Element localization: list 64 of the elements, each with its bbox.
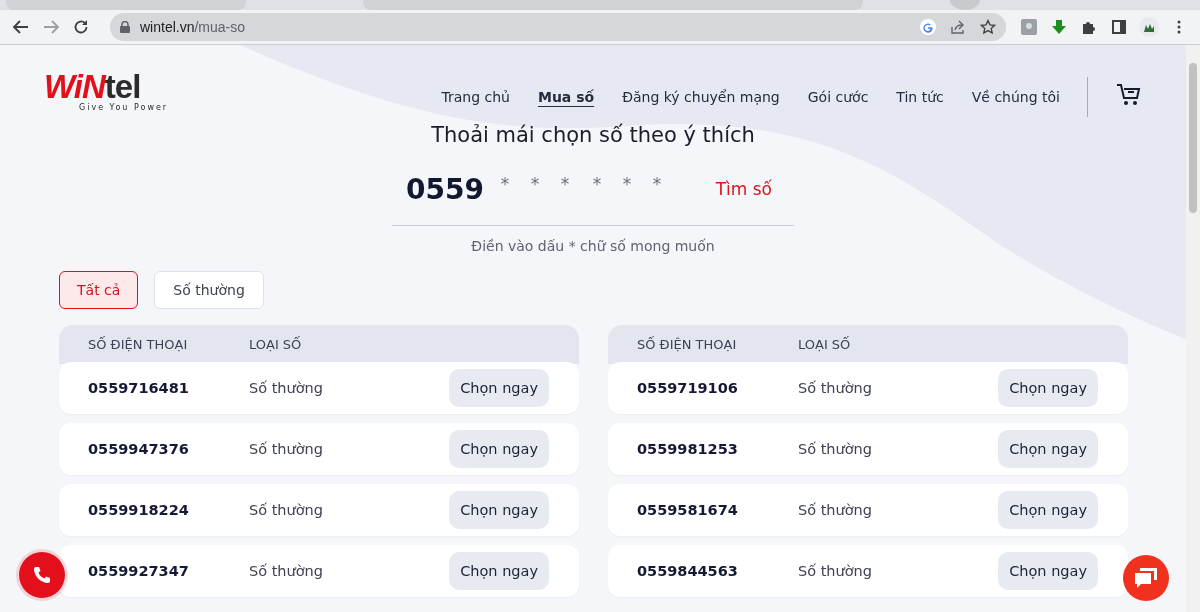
address-bar[interactable]: wintel.vn/mua-so: [110, 13, 1006, 41]
call-button[interactable]: [19, 552, 65, 598]
puzzle-icon[interactable]: [1081, 19, 1097, 35]
phone-number: 0559844563: [637, 563, 739, 579]
phone-number: 0559918224: [88, 502, 190, 518]
phone-number: 0559719106: [637, 380, 739, 396]
side-panel-icon[interactable]: [1112, 20, 1126, 34]
digit-placeholder: *: [499, 174, 510, 194]
digit-placeholder: *: [529, 174, 540, 194]
share-icon[interactable]: [950, 19, 966, 35]
wintel-logo[interactable]: WiNtel Give You Power: [44, 70, 169, 112]
number-type: Số thường: [249, 441, 324, 457]
profile-avatar-icon[interactable]: [1139, 17, 1159, 37]
phone-number: 0559947376: [88, 441, 190, 457]
choose-button[interactable]: Chọn ngay: [449, 430, 549, 468]
column-header: SỐ ĐIỆN THOẠI: [88, 337, 189, 352]
search-hint: Điền vào dấu * chữ số mong muốn: [470, 238, 716, 254]
phone-number: 0559981253: [637, 441, 739, 457]
url-text: wintel.vn/mua-so: [140, 19, 246, 35]
number-type: Số thường: [249, 563, 324, 579]
nav-link[interactable]: Gói cước: [793, 89, 883, 105]
chat-icon: [1134, 567, 1158, 589]
column-header: LOẠI SỐ: [798, 337, 851, 352]
star-icon[interactable]: [980, 19, 996, 35]
digit-placeholder: *: [651, 174, 662, 194]
choose-button[interactable]: Chọn ngay: [998, 369, 1098, 407]
page-title: Thoải mái chọn số theo ý thích: [430, 123, 756, 147]
number-type: Số thường: [249, 502, 324, 518]
google-icon[interactable]: [920, 19, 936, 35]
choose-button[interactable]: Chọn ngay: [449, 369, 549, 407]
choose-button[interactable]: Chọn ngay: [449, 552, 549, 590]
filter-tab[interactable]: Số thường: [154, 271, 264, 309]
nav-link[interactable]: Về chúng tôi: [957, 89, 1074, 105]
number-search-field[interactable]: 0559 * * * * * * Tìm số: [392, 167, 794, 226]
number-type: Số thường: [249, 380, 324, 396]
choose-button[interactable]: Chọn ngay: [998, 552, 1098, 590]
more-icon[interactable]: [1177, 20, 1181, 34]
nav-link[interactable]: Tin tức: [882, 89, 958, 105]
search-number-button[interactable]: Tìm số: [709, 178, 778, 200]
scrollbar[interactable]: [1186, 45, 1200, 612]
phone-number: 0559716481: [88, 380, 190, 396]
download-icon[interactable]: [1051, 19, 1067, 35]
nav-link[interactable]: Trang chủ: [427, 89, 524, 105]
phone-number: 0559927347: [88, 563, 190, 579]
column-header: LOẠI SỐ: [249, 337, 302, 352]
digit-placeholder: *: [559, 174, 570, 194]
digit-placeholder: *: [591, 174, 602, 194]
number-type: Số thường: [798, 502, 873, 518]
cart-icon[interactable]: [1116, 83, 1142, 107]
lock-icon: [120, 21, 130, 33]
chat-button[interactable]: [1123, 555, 1169, 601]
digit-placeholder: *: [621, 174, 632, 194]
filter-tab[interactable]: Tất cả: [59, 271, 139, 309]
phone-icon: [32, 565, 52, 585]
number-type: Số thường: [798, 441, 873, 457]
phone-number: 0559581674: [637, 502, 739, 518]
nav-link[interactable]: Đăng ký chuyển mạng: [608, 89, 794, 105]
number-type: Số thường: [798, 563, 873, 579]
nav-link[interactable]: Mua số: [523, 89, 609, 105]
choose-button[interactable]: Chọn ngay: [998, 430, 1098, 468]
choose-button[interactable]: Chọn ngay: [449, 491, 549, 529]
number-type: Số thường: [798, 380, 873, 396]
column-header: SỐ ĐIỆN THOẠI: [637, 337, 738, 352]
choose-button[interactable]: Chọn ngay: [998, 491, 1098, 529]
